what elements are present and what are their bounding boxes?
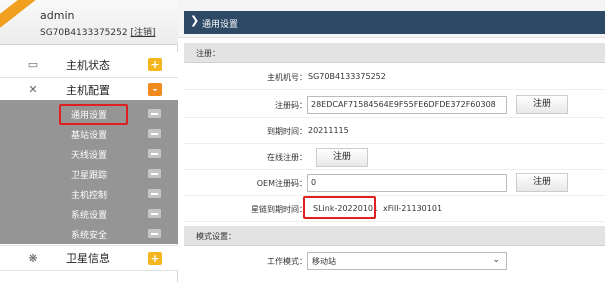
host-id-row: 主机机号： SG70B4133375252 xyxy=(184,64,605,90)
sidebar-item-label: 基站设置 xyxy=(71,131,108,141)
sidebar-item-satellite-tracking[interactable]: 卫星跟踪 xyxy=(0,164,178,182)
oem-register-button[interactable]: 注册 xyxy=(516,173,568,192)
work-mode-value: 移动站 xyxy=(312,257,336,266)
host-id-label: 主机机号： xyxy=(267,73,307,82)
work-mode-label: 工作模式： xyxy=(267,257,307,266)
minus-icon xyxy=(148,229,161,238)
tools-icon: ✕ xyxy=(28,83,38,96)
sidebar-item-label: 系统安全 xyxy=(71,231,108,241)
sidebar-group-label: 主机状态 xyxy=(66,58,110,72)
minus-icon xyxy=(148,209,161,218)
section-title: 注册： xyxy=(196,49,220,58)
minus-icon xyxy=(148,149,161,158)
page-title: 通用设置 xyxy=(202,20,239,30)
oem-code-input[interactable]: 0 xyxy=(307,174,507,192)
chevron-right-icon: ❯ xyxy=(190,14,200,27)
user-serial: SG70B4133375252 [注销] xyxy=(40,25,155,38)
minus-icon xyxy=(148,109,161,118)
sidebar-item-antenna[interactable]: 天线设置 xyxy=(0,144,178,162)
sidebar-item-label: 卫星跟踪 xyxy=(71,171,108,181)
sidebar-item-label: 系统设置 xyxy=(71,211,108,221)
sidebar-item-system-settings[interactable]: 系统设置 xyxy=(0,204,178,222)
satellite-icon: ❋ xyxy=(28,251,38,265)
oem-row: OEM注册码： 0 注册 xyxy=(184,170,605,196)
reg-code-label: 注册码： xyxy=(275,101,307,110)
reg-code-input[interactable]: 28EDCAF71584564E9F55FE6DFDE372F60308 xyxy=(307,96,507,114)
breadcrumb: ❯ 通用设置 xyxy=(184,11,605,34)
register-section-header: 注册： xyxy=(184,43,605,63)
star-expire-label: 星链到期时间： xyxy=(251,205,307,214)
active-item-highlight xyxy=(59,104,128,125)
main-panel: ❯ 通用设置 注册： 主机机号： SG70B4133375252 注册码： 28… xyxy=(178,0,605,282)
reg-code-row: 注册码： 28EDCAF71584564E9F55FE6DFDE372F6030… xyxy=(184,92,605,118)
online-register-button[interactable]: 注册 xyxy=(316,148,368,167)
minus-icon xyxy=(148,189,161,198)
expire-value: 20211115 xyxy=(308,126,349,135)
online-reg-label: 在线注册： xyxy=(267,153,307,162)
host-id-value: SG70B4133375252 xyxy=(308,72,386,81)
sidebar-item-base-station[interactable]: 基站设置 xyxy=(0,124,178,142)
sidebar-group-label: 主机配置 xyxy=(66,83,110,97)
register-button[interactable]: 注册 xyxy=(516,95,568,114)
sidebar-group-host-status[interactable]: ▭ 主机状态 + xyxy=(0,52,178,78)
section-title: 模式设置： xyxy=(196,232,236,241)
sidebar: admin SG70B4133375252 [注销] ▭ 主机状态 + ✕ 主机… xyxy=(0,0,178,282)
expire-label: 到期时间： xyxy=(267,127,307,136)
oem-label: OEM注册码： xyxy=(256,179,307,188)
expire-row: 到期时间： 20211115 xyxy=(184,118,605,144)
corner-ribbon-icon xyxy=(0,0,36,32)
expand-icon[interactable]: + xyxy=(148,58,162,71)
user-name: admin xyxy=(40,9,75,22)
work-mode-row: 工作模式： 移动站 ⌄ xyxy=(184,248,605,274)
sidebar-group-host-config[interactable]: ✕ 主机配置 - xyxy=(0,78,178,101)
chevron-down-icon: ⌄ xyxy=(492,255,500,265)
top-bar: ❯ 通用设置 xyxy=(178,0,605,38)
sidebar-group-satellite-info[interactable]: ❋ 卫星信息 + xyxy=(0,245,178,271)
sidebar-item-system-security[interactable]: 系统安全 xyxy=(0,224,178,242)
xfill-expire-value: xFill-21130101 xyxy=(383,204,443,213)
star-expire-row: 星链到期时间： SLink-20220101 xFill-21130101 xyxy=(184,196,605,222)
work-mode-select[interactable]: 移动站 ⌄ xyxy=(307,252,507,270)
sidebar-item-host-control[interactable]: 主机控制 xyxy=(0,184,178,202)
monitor-icon: ▭ xyxy=(27,58,39,71)
sidebar-group-label: 卫星信息 xyxy=(66,252,110,265)
expand-icon[interactable]: + xyxy=(148,251,162,265)
collapse-icon[interactable]: - xyxy=(148,83,162,96)
minus-icon xyxy=(148,169,161,178)
online-reg-row: 在线注册： 注册 xyxy=(184,144,605,170)
sidebar-item-label: 天线设置 xyxy=(71,151,108,161)
sidebar-item-label: 主机控制 xyxy=(71,191,108,201)
user-panel: admin SG70B4133375252 [注销] xyxy=(0,0,178,45)
logout-link[interactable]: [注销] xyxy=(130,28,155,38)
expiry-highlight xyxy=(303,196,376,219)
user-serial-number: SG70B4133375252 xyxy=(40,28,128,38)
minus-icon xyxy=(148,129,161,138)
mode-section-header: 模式设置： xyxy=(184,226,605,246)
